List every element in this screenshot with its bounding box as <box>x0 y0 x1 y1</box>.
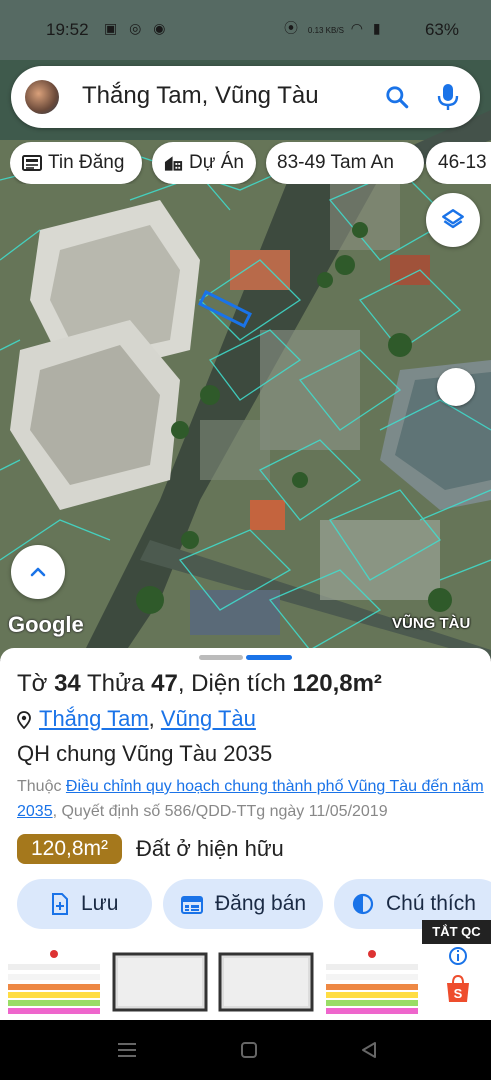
sheet-handle-active[interactable] <box>246 655 292 660</box>
area-value: 120,8m² <box>292 670 382 697</box>
sheet-handle[interactable] <box>199 655 243 660</box>
land-use-type: Đất ở hiện hữu <box>136 836 284 861</box>
thua-value: 47 <box>151 670 178 697</box>
microphone-icon[interactable] <box>436 82 460 112</box>
to-label: Tờ <box>17 670 48 697</box>
plan-prefix: Thuộc <box>17 778 62 795</box>
ward-link[interactable]: Thắng Tam <box>39 706 149 731</box>
chip-46-13[interactable]: 46-13 <box>426 142 491 184</box>
legend-label: Chú thích <box>386 892 476 915</box>
plan-description: Thuộc Điều chỉnh quy hoạch chung thành p… <box>17 774 487 824</box>
chip-label: Tin Đăng <box>48 152 125 173</box>
plan-decision: , Quyết định số 586/QDD-TTg ngày 11/05/2… <box>52 803 388 820</box>
action-buttons: Lưu Đăng bán Chú thích <box>0 879 491 929</box>
map-city-label: VŨNG TÀU <box>392 615 471 632</box>
chip-tin-dang[interactable]: Tin Đăng <box>10 142 142 184</box>
avatar[interactable] <box>25 80 59 114</box>
post-sale-button[interactable]: Đăng bán <box>163 879 323 929</box>
status-time: 19:52 <box>46 20 89 39</box>
ad-product-image[interactable] <box>322 948 422 1018</box>
contrast-icon <box>352 893 374 915</box>
svg-text:S: S <box>454 986 463 1001</box>
to-value: 34 <box>54 670 81 697</box>
thua-label: Thửa <box>87 670 145 697</box>
menu-icon[interactable] <box>117 1041 137 1059</box>
notification-icons: ▣ ◎ ◉ <box>104 20 170 36</box>
google-logo: Google <box>8 612 84 637</box>
expand-up-button[interactable] <box>11 545 65 599</box>
layers-icon <box>442 209 464 229</box>
plan-title: QH chung Vũng Tàu 2035 <box>17 741 273 766</box>
ad-product-image[interactable] <box>216 948 316 1018</box>
save-label: Lưu <box>81 892 119 915</box>
ad-info-icon[interactable] <box>448 946 468 966</box>
area-badge: 120,8m² <box>17 834 123 864</box>
close-ad-button[interactable]: TẮT QC <box>422 920 491 944</box>
system-nav-bar <box>0 1020 491 1080</box>
parcel-location: Thắng Tam, Vũng Tàu <box>17 706 256 732</box>
ad-banner[interactable]: S <box>0 944 491 1020</box>
data-rate: 0.13 KB/S <box>307 26 344 35</box>
location-marker[interactable] <box>437 368 475 406</box>
chip-83-49-tam-an[interactable]: 83-49 Tam An <box>266 142 424 184</box>
back-icon[interactable] <box>360 1041 378 1059</box>
location-pin-icon <box>17 711 31 730</box>
newspaper-icon <box>22 155 42 171</box>
chip-du-an[interactable]: Dự Án <box>152 142 256 184</box>
add-file-icon <box>52 893 68 915</box>
chevron-up-icon <box>30 567 46 577</box>
building-icon <box>164 156 183 171</box>
signal-icons: ⦿ 0.13 KB/S ◠ ▮ <box>284 20 384 36</box>
area-label: , Diện tích <box>177 670 286 697</box>
chip-label: Dự Án <box>189 152 244 173</box>
save-button[interactable]: Lưu <box>17 879 152 929</box>
ad-product-image[interactable] <box>4 948 104 1018</box>
ad-product-image[interactable] <box>110 948 210 1018</box>
search-bar[interactable]: Thắng Tam, Vũng Tàu <box>11 66 480 128</box>
calendar-icon <box>181 896 203 914</box>
shopping-bag-icon[interactable]: S <box>443 974 473 1004</box>
post-sale-label: Đăng bán <box>215 892 307 915</box>
chip-label: 83-49 Tam An <box>277 152 394 173</box>
parcel-title: Tờ 34 Thửa 47, Diện tích 120,8m² <box>17 670 382 698</box>
search-icon[interactable] <box>384 84 410 110</box>
status-bar: 19:52 ▣ ◎ ◉ ⦿ 0.13 KB/S ◠ ▮ 63% <box>0 14 491 44</box>
city-link[interactable]: Vũng Tàu <box>161 706 256 731</box>
search-input[interactable]: Thắng Tam, Vũng Tàu <box>82 82 319 110</box>
chip-label: 46-13 <box>438 152 487 173</box>
layers-button[interactable] <box>426 193 480 247</box>
filter-chips: Tin Đăng Dự Án 83-49 Tam An 46-13 <box>10 142 491 184</box>
home-icon[interactable] <box>240 1041 258 1059</box>
parcel-info-sheet: Tờ 34 Thửa 47, Diện tích 120,8m² Thắng T… <box>0 648 491 948</box>
battery-level: 63% <box>424 20 459 39</box>
